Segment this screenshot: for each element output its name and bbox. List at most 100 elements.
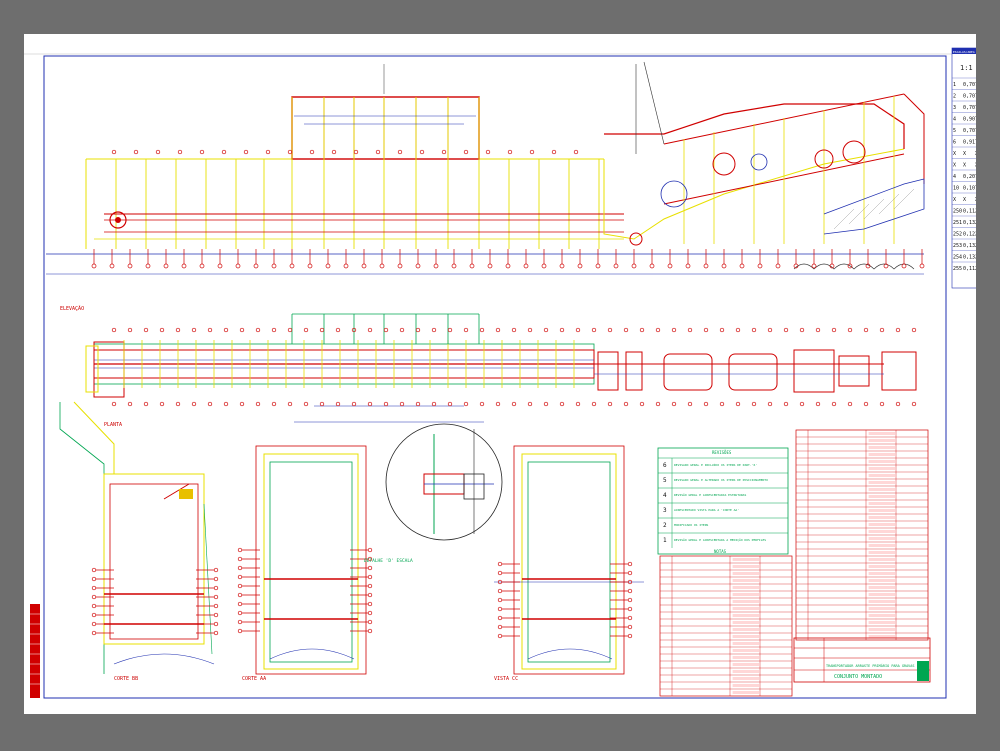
grid-bubble	[181, 263, 187, 269]
scale-top: 1:1	[960, 64, 973, 72]
grid-bubble	[217, 263, 223, 269]
grid-bubble	[613, 263, 619, 269]
callout-bubble	[213, 567, 219, 573]
callout-bubble	[367, 547, 373, 553]
bom-cell-fill	[868, 614, 895, 617]
grid-bubble	[485, 149, 491, 155]
scale-table-cell: 0,12	[963, 232, 975, 238]
bom-cell-fill	[868, 446, 895, 449]
scale-table-cell: 255	[953, 266, 962, 272]
revision-text: REVISÃO GERAL E ACRESCENTADAS ESTRUTURAS	[674, 492, 746, 497]
bom-cell-fill	[732, 663, 759, 666]
grid-bubble	[289, 263, 295, 269]
grid-bubble	[703, 327, 709, 333]
scale-table-cell: 7	[975, 82, 976, 88]
bom-cell-fill	[868, 502, 895, 505]
grid-bubble	[361, 263, 367, 269]
grid-bubble	[649, 263, 655, 269]
grid-bubble	[479, 327, 485, 333]
scale-table: ESCALAS/AREA 1:1 10,70720,70730,70740,90…	[951, 47, 976, 289]
grid-bubble	[527, 401, 533, 407]
grid-bubble	[111, 149, 117, 155]
grid-bubble	[911, 401, 917, 407]
grid-bubble	[287, 327, 293, 333]
callout-bubble	[91, 603, 97, 609]
scale-table-cell: 3	[953, 105, 956, 111]
scale-table-cell: 0,90	[963, 117, 975, 123]
grid-bubble	[271, 327, 277, 333]
callout-bubble	[91, 576, 97, 582]
bom-cell-fill	[868, 558, 895, 561]
grid-bubble	[631, 263, 637, 269]
grid-bubble	[757, 263, 763, 269]
callout-bubble	[213, 576, 219, 582]
plan-label: PLANTA	[104, 422, 122, 428]
grid-bubble	[177, 149, 183, 155]
grid-bubble	[591, 327, 597, 333]
section-bb-label: CORTE BB	[114, 676, 138, 682]
grid-bubble	[207, 327, 213, 333]
grid-bubble	[577, 263, 583, 269]
scale-table-cell: 0,91	[963, 140, 975, 146]
callout-bubble	[237, 583, 243, 589]
callout-bubble	[237, 547, 243, 553]
grid-bubble	[111, 401, 117, 407]
scale-table-cell: 0,70	[963, 105, 975, 111]
grid-bubble	[719, 401, 725, 407]
scale-table-cell: 253	[953, 243, 962, 249]
revision-text: REVISÃO GERAL E ACRESCENTADA A MEDIÇÃO D…	[674, 537, 766, 542]
grid-bubble	[879, 327, 885, 333]
bom-cell-fill	[868, 495, 895, 498]
grid-bubble	[735, 327, 741, 333]
grid-bubble	[751, 401, 757, 407]
callout-bubble	[237, 610, 243, 616]
bom-cell-fill	[732, 656, 759, 659]
grid-bubble	[447, 401, 453, 407]
callout-bubble	[627, 606, 633, 612]
grid-bubble	[243, 149, 249, 155]
grid-bubble	[463, 401, 469, 407]
bom-cell-fill	[868, 474, 895, 477]
bom-cell-fill	[868, 488, 895, 491]
scale-table-cell: 7	[975, 140, 976, 146]
callout-bubble	[367, 628, 373, 634]
bom-cell-fill	[868, 600, 895, 603]
scale-table-cell: 5	[953, 128, 956, 134]
grid-bubble	[607, 327, 613, 333]
bom-cell-fill	[732, 691, 759, 694]
callout-bubble	[237, 565, 243, 571]
grid-bubble	[847, 327, 853, 333]
callout-bubble	[213, 612, 219, 618]
cad-drawing: ELEVAÇÃO PLANTA CORTE BB CORTE AA DETALH…	[24, 47, 976, 699]
grid-bubble	[767, 327, 773, 333]
grid-bubble	[735, 401, 741, 407]
scale-table-cell: X	[975, 197, 976, 203]
grid-bubble	[559, 263, 565, 269]
scale-table-cell: 7	[975, 105, 976, 111]
scale-table-cell: 0,70	[963, 94, 975, 100]
bom-right	[795, 429, 929, 641]
grid-bubble	[447, 327, 453, 333]
grid-bubble	[575, 327, 581, 333]
grid-bubble	[573, 149, 579, 155]
revision-text: REVISADO GERAL E ALTERADO OS ITENS DE PO…	[674, 478, 768, 482]
grid-bubble	[703, 401, 709, 407]
callout-bubble	[237, 619, 243, 625]
bom-cell-fill	[732, 607, 759, 610]
callout-bubble	[213, 603, 219, 609]
grid-bubble	[591, 401, 597, 407]
grid-bubble	[433, 263, 439, 269]
grid-bubble	[505, 263, 511, 269]
grid-bubble	[775, 263, 781, 269]
grid-bubble	[191, 327, 197, 333]
bom-cell-fill	[868, 439, 895, 442]
grid-bubble	[431, 401, 437, 407]
grid-bubble	[527, 327, 533, 333]
scale-table-cell: X	[953, 163, 956, 169]
grid-bubble	[353, 149, 359, 155]
scale-table-cell: 254	[975, 255, 976, 261]
grid-bubble	[511, 401, 517, 407]
grid-bubble	[133, 149, 139, 155]
grid-bubble	[721, 263, 727, 269]
grid-bubble	[451, 263, 457, 269]
